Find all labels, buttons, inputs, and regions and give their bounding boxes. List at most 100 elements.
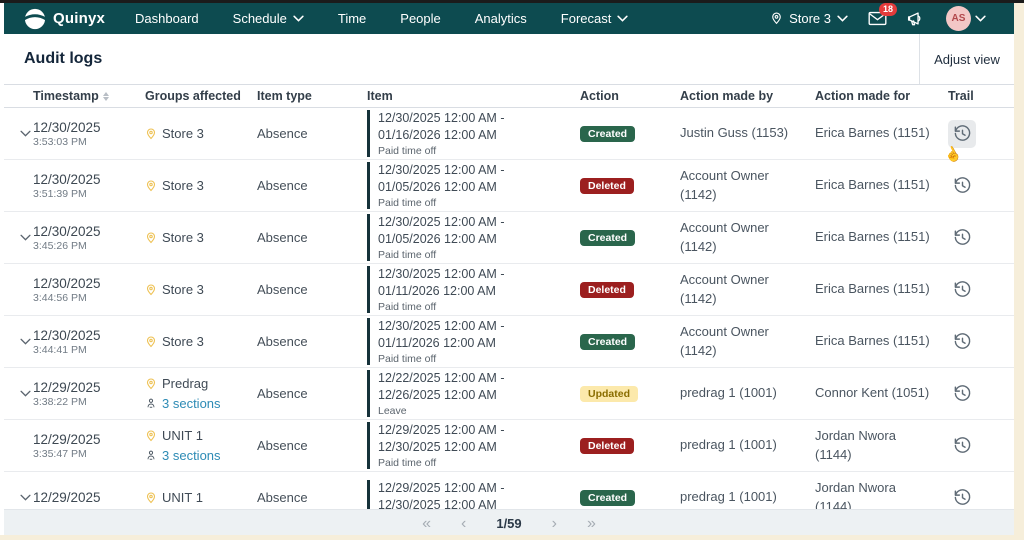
expand-row-chevron-icon[interactable] bbox=[20, 338, 33, 345]
table-row: 12/30/2025 3:45:26 PM Store 3 Absence 12… bbox=[4, 212, 1014, 264]
messages-button[interactable]: 18 bbox=[868, 11, 887, 26]
next-page-button[interactable]: › bbox=[552, 516, 557, 532]
item-type-cell: Absence bbox=[257, 334, 367, 349]
trail-history-button[interactable]: ☝ bbox=[948, 276, 976, 304]
trail-history-button[interactable]: ☝ bbox=[948, 432, 976, 460]
action-made-by-cell: Account Owner (1142) bbox=[680, 167, 815, 203]
timestamp-date: 12/30/2025 bbox=[33, 224, 145, 239]
nav-item-schedule[interactable]: Schedule bbox=[233, 11, 304, 26]
expand-row-chevron-icon[interactable] bbox=[20, 130, 33, 137]
nav-item-analytics[interactable]: Analytics bbox=[475, 11, 527, 26]
item-type-cell: Absence bbox=[257, 438, 367, 453]
item-type-cell: Absence bbox=[257, 386, 367, 401]
action-made-for-cell: Erica Barnes (1151) bbox=[815, 124, 948, 142]
action-badge: Updated bbox=[580, 386, 638, 402]
action-cell: Updated bbox=[580, 385, 680, 402]
nav-item-forecast[interactable]: Forecast bbox=[561, 11, 629, 26]
item-cell: 12/30/2025 12:00 AM - 01/16/2026 12:00 A… bbox=[367, 110, 580, 157]
item-accent-bar bbox=[367, 214, 370, 261]
made-by-name: Account Owner (1142) bbox=[680, 167, 792, 203]
store-selector[interactable]: Store 3 bbox=[770, 11, 848, 26]
column-header-item-type: Item type bbox=[257, 89, 367, 103]
item-cell: 12/30/2025 12:00 AM - 01/05/2026 12:00 A… bbox=[367, 214, 580, 261]
item-type-cell: Absence bbox=[257, 230, 367, 245]
sections-link[interactable]: 3 sections bbox=[162, 446, 221, 466]
item-range-line1: 12/22/2025 12:00 AM - bbox=[378, 370, 504, 387]
action-badge: Deleted bbox=[580, 282, 634, 298]
location-pin-icon bbox=[145, 127, 157, 141]
sections-link[interactable]: 3 sections bbox=[162, 394, 221, 414]
made-by-name: predrag 1 (1001) bbox=[680, 488, 792, 506]
group-name: UNIT 1 bbox=[162, 426, 203, 446]
made-for-name: Erica Barnes (1151) bbox=[815, 176, 933, 194]
nav-item-dashboard[interactable]: Dashboard bbox=[135, 11, 199, 26]
item-cell: 12/30/2025 12:00 AM - 01/05/2026 12:00 A… bbox=[367, 162, 580, 209]
trail-history-button[interactable]: ☝ bbox=[948, 380, 976, 408]
made-for-name: Jordan Nwora (1144) bbox=[815, 479, 933, 509]
sort-icon[interactable] bbox=[103, 92, 109, 101]
action-cell: Created bbox=[580, 489, 680, 506]
nav-item-time[interactable]: Time bbox=[338, 11, 366, 26]
nav-menu: Dashboard Schedule Time People Analytics… bbox=[135, 11, 628, 26]
trail-history-button[interactable]: ☝ bbox=[948, 328, 976, 356]
timestamp-time: 3:44:41 PM bbox=[33, 344, 145, 356]
item-range-line2: 01/05/2026 12:00 AM bbox=[378, 179, 504, 196]
trail-history-button[interactable]: ☝ bbox=[948, 224, 976, 252]
announcements-button[interactable] bbox=[907, 10, 926, 27]
chevron-down-icon bbox=[617, 15, 628, 22]
group-name: Predrag bbox=[162, 374, 208, 394]
trail-history-button[interactable]: ☝ bbox=[948, 484, 976, 510]
action-badge: Created bbox=[580, 334, 635, 350]
history-icon bbox=[953, 332, 972, 351]
column-header-groups-affected: Groups affected bbox=[145, 89, 257, 103]
action-made-by-cell: Justin Guss (1153) bbox=[680, 124, 815, 142]
action-cell: Created bbox=[580, 229, 680, 246]
column-header-timestamp[interactable]: Timestamp bbox=[33, 89, 145, 103]
trail-history-button[interactable]: ☝ bbox=[948, 172, 976, 200]
made-by-name: Account Owner (1142) bbox=[680, 219, 792, 255]
unread-count-badge: 18 bbox=[879, 3, 897, 16]
location-pin-icon bbox=[145, 429, 157, 443]
item-range-line1: 12/29/2025 12:00 AM - bbox=[378, 422, 504, 439]
expand-row-chevron-icon[interactable] bbox=[20, 390, 33, 397]
app-window: Quinyx Dashboard Schedule Time People An… bbox=[4, 3, 1014, 535]
adjust-view-button[interactable]: Adjust view bbox=[919, 34, 1014, 84]
window-bottom-edge bbox=[0, 535, 1024, 540]
item-subtype: Paid time off bbox=[378, 249, 504, 261]
last-page-button[interactable]: » bbox=[587, 516, 596, 532]
action-made-by-cell: predrag 1 (1001) bbox=[680, 488, 815, 506]
item-subtype: Paid time off bbox=[378, 145, 504, 157]
item-accent-bar bbox=[367, 370, 370, 417]
nav-item-people[interactable]: People bbox=[400, 11, 440, 26]
page-indicator: 1/59 bbox=[496, 516, 521, 531]
action-made-by-cell: Account Owner (1142) bbox=[680, 323, 815, 359]
item-cell: 12/29/2025 12:00 AM - 12/30/2025 12:00 A… bbox=[367, 480, 580, 509]
history-icon bbox=[953, 436, 972, 455]
action-made-for-cell: Connor Kent (1051) bbox=[815, 384, 948, 402]
item-range-line2: 12/26/2025 12:00 AM bbox=[378, 387, 504, 404]
timestamp-date: 12/29/2025 bbox=[33, 380, 145, 395]
item-range-line1: 12/30/2025 12:00 AM - bbox=[378, 214, 504, 231]
brand-name: Quinyx bbox=[53, 10, 105, 27]
group-name: Store 3 bbox=[162, 176, 204, 196]
pagination-bar: « ‹ 1/59 › » bbox=[4, 509, 1014, 537]
timestamp-date: 12/30/2025 bbox=[33, 276, 145, 291]
nav-right-cluster: Store 3 18 AS bbox=[770, 6, 986, 31]
group-name: Store 3 bbox=[162, 280, 204, 300]
item-range-line1: 12/30/2025 12:00 AM - bbox=[378, 266, 504, 283]
action-made-for-cell: Erica Barnes (1151) bbox=[815, 280, 948, 298]
action-cell: Deleted bbox=[580, 437, 680, 454]
groups-affected-cell: Store 3 bbox=[145, 332, 257, 352]
timestamp-time: 3:44:56 PM bbox=[33, 292, 145, 304]
expand-row-chevron-icon[interactable] bbox=[20, 494, 33, 501]
made-for-name: Connor Kent (1051) bbox=[815, 384, 933, 402]
timestamp-time: 3:35:47 PM bbox=[33, 448, 145, 460]
item-accent-bar bbox=[367, 162, 370, 209]
quinyx-logo[interactable]: Quinyx bbox=[24, 8, 105, 30]
first-page-button[interactable]: « bbox=[422, 516, 431, 532]
trail-history-button[interactable]: ☝ bbox=[948, 120, 976, 148]
expand-row-chevron-icon[interactable] bbox=[20, 234, 33, 241]
user-menu[interactable]: AS bbox=[946, 6, 986, 31]
trail-cell: ☝ bbox=[948, 276, 998, 304]
prev-page-button[interactable]: ‹ bbox=[461, 516, 466, 532]
